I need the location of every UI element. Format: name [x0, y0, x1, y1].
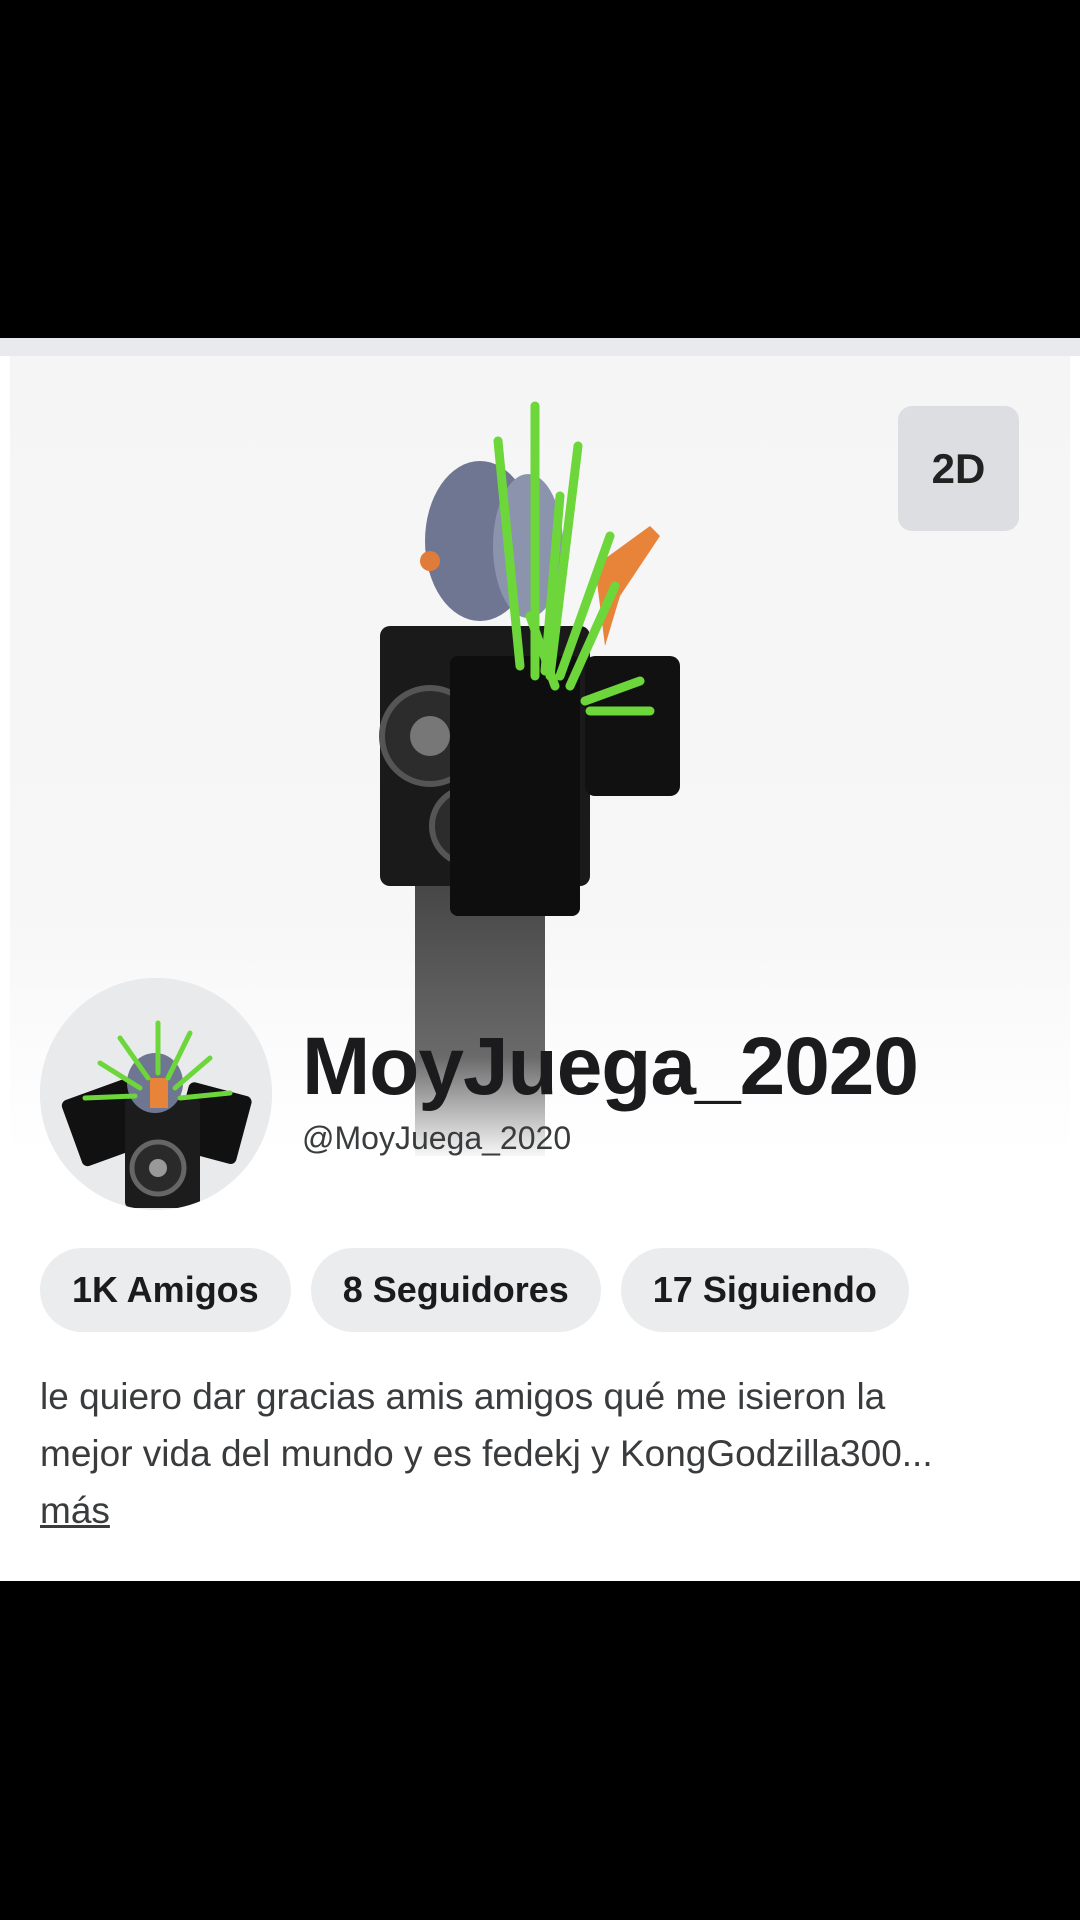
avatar[interactable] [40, 978, 272, 1210]
toggle-2d-label: 2D [931, 444, 986, 492]
profile-card: 2D MoyJuega_2020 @MoyJuega_2020 1K Amigo… [0, 338, 1080, 1581]
bio-text-line2: mejor vida del mundo y es fedekj y KongG… [40, 1433, 933, 1474]
friends-count-button[interactable]: 1K Amigos [40, 1248, 291, 1332]
username: @MoyJuega_2020 [302, 1120, 572, 1156]
avatar-thumbnail-image [40, 978, 272, 1210]
following-count-button[interactable]: 17 Siguiendo [620, 1248, 909, 1332]
bio: le quiero dar gracias amis amigos qué me… [40, 1368, 1040, 1539]
bio-more-link[interactable]: más [40, 1482, 110, 1539]
display-name: MoyJuega_2020 [302, 1021, 919, 1112]
bio-text-line1: le quiero dar gracias amis amigos qué me… [40, 1376, 886, 1417]
stats-row: 1K Amigos 8 Seguidores 17 Siguiendo [40, 1248, 909, 1332]
top-strip [0, 338, 1080, 356]
toggle-2d-button[interactable]: 2D [898, 406, 1019, 531]
followers-count-button[interactable]: 8 Seguidores [310, 1248, 601, 1332]
